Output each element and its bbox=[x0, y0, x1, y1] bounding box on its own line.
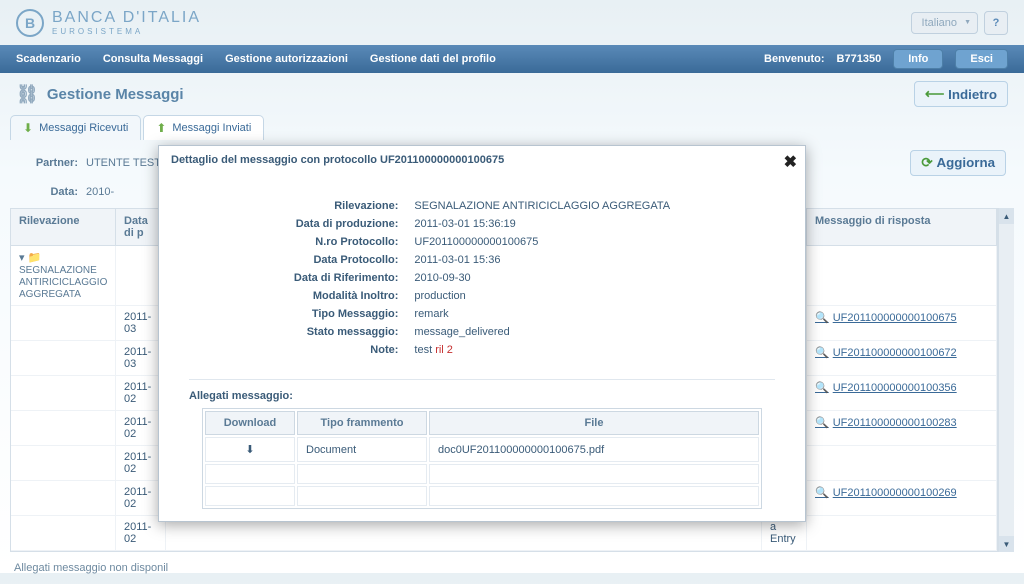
modal-title: Dettaglio del messaggio con protocollo U… bbox=[171, 154, 504, 166]
detail-modalita-inoltro-label: Modalità Inoltro: bbox=[286, 287, 407, 305]
nav-scadenzario[interactable]: Scadenzario bbox=[16, 53, 81, 65]
welcome-user: B771350 bbox=[837, 53, 882, 65]
search-icon: 🔍 bbox=[815, 381, 829, 394]
response-link[interactable]: 🔍UF201100000000100675 bbox=[815, 311, 988, 324]
response-link[interactable]: 🔍UF201100000000100269 bbox=[815, 486, 988, 499]
nav-gestione-autorizzazioni[interactable]: Gestione autorizzazioni bbox=[225, 53, 348, 65]
upload-arrow-icon: ⬆ bbox=[156, 121, 166, 135]
back-button[interactable]: ⟵ Indietro bbox=[914, 81, 1008, 107]
back-arrow-icon: ⟵ bbox=[925, 86, 944, 102]
scroll-down-icon[interactable]: ▼ bbox=[999, 536, 1014, 552]
download-icon[interactable]: ⬇ bbox=[245, 444, 254, 456]
refresh-label: Aggiorna bbox=[937, 155, 996, 171]
response-link[interactable]: 🔍UF201100000000100672 bbox=[815, 346, 988, 359]
att-col-tipo[interactable]: Tipo frammento bbox=[297, 411, 427, 435]
tab-messaggi-inviati[interactable]: ⬆ Messaggi Inviati bbox=[143, 115, 264, 140]
detail-nro-protocollo-label: N.ro Protocollo: bbox=[286, 233, 407, 251]
detail-data-produzione-label: Data di produzione: bbox=[286, 215, 407, 233]
response-link[interactable]: 🔍UF201100000000100283 bbox=[815, 416, 988, 429]
att-col-file[interactable]: File bbox=[429, 411, 759, 435]
attachments-table: Download Tipo frammento File ⬇ Document … bbox=[202, 408, 762, 509]
date-value: 2010- bbox=[86, 186, 114, 198]
detail-data-protocollo-value: 2011-03-01 15:36 bbox=[406, 251, 678, 269]
response-link[interactable]: 🔍UF201100000000100356 bbox=[815, 381, 988, 394]
detail-tipo-messaggio-value: remark bbox=[406, 305, 678, 323]
detail-note-value: test ril 2 bbox=[406, 341, 678, 359]
att-file-value: doc0UF201100000000100675.pdf bbox=[429, 437, 759, 462]
tree-node-segnalazione[interactable]: ▾ 📁 SEGNALAZIONE ANTIRICICLAGGIO AGGREGA… bbox=[11, 246, 116, 305]
tab-sent-label: Messaggi Inviati bbox=[172, 122, 251, 134]
exit-button[interactable]: Esci bbox=[955, 49, 1008, 69]
welcome-label: Benvenuto: bbox=[764, 53, 825, 65]
detail-stato-messaggio-label: Stato messaggio: bbox=[286, 323, 407, 341]
detail-tipo-messaggio-label: Tipo Messaggio: bbox=[286, 305, 407, 323]
tab-received-label: Messaggi Ricevuti bbox=[39, 122, 128, 134]
nav-consulta-messaggi[interactable]: Consulta Messaggi bbox=[103, 53, 203, 65]
tree-label: SEGNALAZIONE ANTIRICICLAGGIO AGGREGATA bbox=[19, 265, 107, 300]
tab-messaggi-ricevuti[interactable]: ⬇ Messaggi Ricevuti bbox=[10, 115, 141, 140]
scroll-up-icon[interactable]: ▲ bbox=[999, 208, 1014, 224]
language-dropdown[interactable]: Italiano bbox=[911, 12, 978, 34]
detail-nro-protocollo-value: UF201100000000100675 bbox=[406, 233, 678, 251]
refresh-icon: ⟳ bbox=[921, 155, 932, 171]
page-title: Gestione Messaggi bbox=[47, 86, 184, 103]
att-tipo-value: Document bbox=[297, 437, 427, 462]
info-button[interactable]: Info bbox=[893, 49, 943, 69]
search-icon: 🔍 bbox=[815, 416, 829, 429]
tree-expand-icon[interactable]: ▾ 📁 bbox=[19, 252, 41, 264]
attachment-row-empty bbox=[205, 486, 759, 506]
col-header-rilevazione[interactable]: Rilevazione bbox=[11, 209, 116, 245]
attachments-heading: Allegati messaggio: bbox=[189, 390, 775, 402]
vertical-scrollbar[interactable]: ▲ ▼ bbox=[998, 208, 1014, 552]
help-button[interactable]: ? bbox=[984, 11, 1008, 35]
logo-icon: B bbox=[16, 9, 44, 37]
download-arrow-icon: ⬇ bbox=[23, 121, 33, 135]
brand-logo: B BANCA D'ITALIA EUROSISTEMA bbox=[16, 9, 201, 37]
detail-data-riferimento-value: 2010-09-30 bbox=[406, 269, 678, 287]
attachments-unavailable-label: Allegati messaggio non disponil bbox=[0, 552, 1024, 584]
att-col-download[interactable]: Download bbox=[205, 411, 295, 435]
attachment-row[interactable]: ⬇ Document doc0UF201100000000100675.pdf bbox=[205, 437, 759, 462]
users-icon: ⛓ bbox=[16, 84, 39, 105]
brand-name: BANCA D'ITALIA bbox=[52, 9, 201, 27]
detail-note-label: Note: bbox=[286, 341, 407, 359]
detail-rilevazione-value: SEGNALAZIONE ANTIRICICLAGGIO AGGREGATA bbox=[406, 197, 678, 215]
date-label: Data: bbox=[18, 186, 78, 198]
search-icon: 🔍 bbox=[815, 346, 829, 359]
close-icon[interactable]: ✖ bbox=[784, 152, 797, 172]
refresh-button[interactable]: ⟳ Aggiorna bbox=[910, 150, 1006, 176]
nav-gestione-dati-profilo[interactable]: Gestione dati del profilo bbox=[370, 53, 496, 65]
detail-rilevazione-label: Rilevazione: bbox=[286, 197, 407, 215]
detail-data-riferimento-label: Data di Riferimento: bbox=[286, 269, 407, 287]
col-header-response[interactable]: Messaggio di risposta bbox=[807, 209, 997, 245]
partner-label: Partner: bbox=[18, 157, 78, 169]
search-icon: 🔍 bbox=[815, 311, 829, 324]
detail-stato-messaggio-value: message_delivered bbox=[406, 323, 678, 341]
attachment-row-empty bbox=[205, 464, 759, 484]
search-icon: 🔍 bbox=[815, 486, 829, 499]
detail-modalita-inoltro-value: production bbox=[406, 287, 678, 305]
brand-subtitle: EUROSISTEMA bbox=[52, 27, 201, 36]
message-detail-modal: Dettaglio del messaggio con protocollo U… bbox=[158, 145, 806, 522]
detail-data-protocollo-label: Data Protocollo: bbox=[286, 251, 407, 269]
back-label: Indietro bbox=[948, 87, 997, 102]
detail-data-produzione-value: 2011-03-01 15:36:19 bbox=[406, 215, 678, 233]
